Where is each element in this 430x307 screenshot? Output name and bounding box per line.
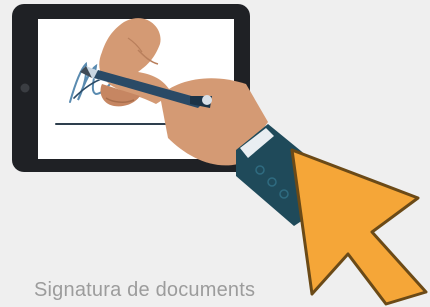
pointer-arrow-icon <box>290 148 428 306</box>
signature-card[interactable]: Signatura de documents <box>0 0 430 307</box>
card-caption: Signatura de documents <box>34 279 256 301</box>
tablet-signature-icon <box>12 4 428 306</box>
